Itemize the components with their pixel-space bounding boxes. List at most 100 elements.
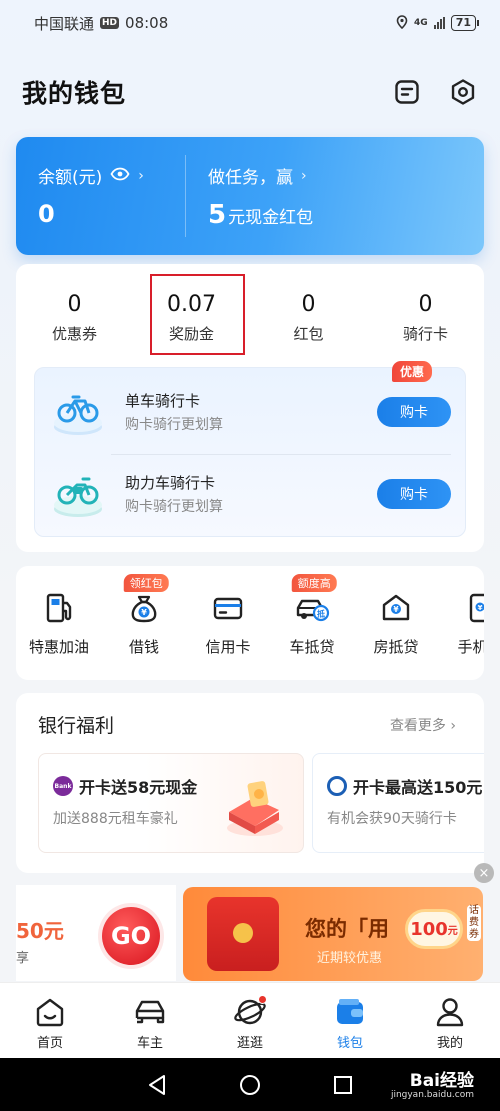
tab-label: 我的 xyxy=(436,1036,463,1051)
tab-home[interactable]: 首页 xyxy=(0,983,100,1058)
gas-pump-icon xyxy=(39,588,79,628)
asset-coupon[interactable]: 0 优惠券 xyxy=(16,292,133,344)
tab-car-owner[interactable]: 车主 xyxy=(100,983,200,1058)
asset-label: 红包 xyxy=(293,325,324,343)
ad-text: 享 xyxy=(16,951,30,966)
settings-icon[interactable] xyxy=(448,77,478,107)
bottom-tab-bar: 首页 车主 逛逛 钱包 我的 xyxy=(0,982,500,1058)
tab-wallet[interactable]: 钱包 xyxy=(300,983,400,1058)
offer-title: 开卡最高送150元 xyxy=(353,778,483,797)
bill-icon[interactable] xyxy=(392,77,422,107)
ebike-icon xyxy=(49,465,107,523)
service-house-loan[interactable]: ¥ 房抵贷 xyxy=(354,588,438,657)
car-icon xyxy=(132,995,168,1029)
ad-amount: 50元 xyxy=(16,919,64,943)
balance-label: 余额(元) xyxy=(38,168,103,188)
network-label: 4G xyxy=(414,18,428,28)
back-icon[interactable] xyxy=(145,1073,169,1097)
tab-mine[interactable]: 我的 xyxy=(400,983,500,1058)
chevron-right-icon: › xyxy=(138,167,144,184)
wallet-icon xyxy=(332,995,368,1029)
ad-banner-row: 50元 享 GO 您的「用 近期较优惠 100 元 话费券 xyxy=(16,885,484,981)
chevron-right-icon: › xyxy=(301,167,307,184)
battery-icon: 71 xyxy=(450,15,480,31)
tab-label: 车主 xyxy=(136,1036,163,1051)
service-phone-recharge[interactable]: ¥ 手机充 xyxy=(438,588,484,657)
bicycle-icon xyxy=(49,383,107,441)
asset-red-packet[interactable]: 0 红包 xyxy=(250,292,367,344)
asset-value: 0 xyxy=(418,292,433,317)
ad-subtitle: 近期较优惠 xyxy=(317,951,383,966)
notification-dot xyxy=(258,995,267,1004)
watermark-site: jingyan.baidu.com xyxy=(390,1090,474,1100)
bank-benefits-card: 银行福利 查看更多 › Bank 开卡送58元现金 加送888元租车豪礼 开卡最… xyxy=(16,693,484,873)
bank-logo xyxy=(327,776,347,796)
see-more-link[interactable]: 查看更多 › xyxy=(390,715,456,735)
ride-card-ebike[interactable]: 助力车骑行卡 购卡骑行更划算 购卡 xyxy=(35,458,467,530)
home-icon xyxy=(32,995,68,1029)
svg-text:¥: ¥ xyxy=(478,604,483,612)
asset-value: 0 xyxy=(67,292,82,317)
svg-text:抵: 抵 xyxy=(317,609,325,619)
highlight-box xyxy=(150,274,245,355)
close-ad-button[interactable]: × xyxy=(474,863,494,883)
buy-card-button[interactable]: 购卡 xyxy=(377,397,451,427)
credit-card-icon xyxy=(208,588,248,628)
chevron-right-icon: › xyxy=(450,718,456,734)
svg-text:¥: ¥ xyxy=(141,608,147,617)
signal-icon xyxy=(433,17,445,29)
asset-value: 0 xyxy=(301,292,316,317)
tab-explore[interactable]: 逛逛 xyxy=(200,983,300,1058)
task-section[interactable]: 做任务，赢 › 5 元现金红包 xyxy=(186,137,313,255)
service-gas[interactable]: 特惠加油 xyxy=(16,588,102,657)
ad-banner-left[interactable]: 50元 享 GO xyxy=(16,885,176,981)
service-badge: 额度高 xyxy=(291,574,337,592)
service-label: 房抵贷 xyxy=(373,638,419,656)
service-label: 信用卡 xyxy=(205,638,251,656)
see-more-label: 查看更多 xyxy=(389,718,446,734)
buy-card-button[interactable]: 购卡 xyxy=(377,479,451,509)
service-label: 特惠加油 xyxy=(28,638,89,656)
service-car-loan[interactable]: 额度高 抵 车抵贷 xyxy=(270,574,354,657)
promo-badge: 优惠 xyxy=(392,361,433,382)
location-icon xyxy=(396,14,408,32)
asset-label: 骑行卡 xyxy=(402,325,448,343)
hd-badge: HD xyxy=(100,17,120,29)
user-icon xyxy=(432,995,468,1029)
clock: 08:08 xyxy=(125,14,169,32)
service-loan[interactable]: 领红包 ¥ 借钱 xyxy=(102,574,186,657)
service-label: 车抵贷 xyxy=(289,638,335,656)
ride-card-bike[interactable]: 单车骑行卡 购卡骑行更划算 购卡 xyxy=(35,376,467,448)
divider xyxy=(111,454,451,455)
ride-card-panel: 单车骑行卡 购卡骑行更划算 购卡 优惠 助力车骑行卡 购卡骑行更划算 购卡 xyxy=(34,361,467,537)
side-tag: 话费券 xyxy=(467,905,481,941)
bank-offer-card[interactable]: 开卡最高送150元 有机会获90天骑行卡 xyxy=(312,753,484,853)
section-title: 银行福利 xyxy=(38,715,115,737)
header: 我的钱包 xyxy=(22,70,478,114)
coupon-unit: 元 xyxy=(447,925,458,937)
watermark-brand: Bai经验 xyxy=(409,1071,474,1091)
go-button[interactable]: GO xyxy=(102,907,160,965)
ride-card-title: 助力车骑行卡 xyxy=(125,474,216,492)
bank-offer-card[interactable]: Bank 开卡送58元现金 加送888元租车豪礼 xyxy=(38,753,304,853)
recents-icon[interactable] xyxy=(331,1073,355,1097)
tab-label: 钱包 xyxy=(336,1036,363,1051)
service-label: 手机充 xyxy=(457,638,484,656)
balance-section[interactable]: 余额(元) › 0 xyxy=(16,155,186,237)
ad-banner-right[interactable]: 您的「用 近期较优惠 100 元 话费券 xyxy=(183,887,483,981)
services-card: 特惠加油 领红包 ¥ 借钱 信用卡 额度高 抵 车抵贷 ¥ 房抵贷 ¥ 手机 xyxy=(16,566,484,680)
ride-card-subtitle: 购卡骑行更划算 xyxy=(125,417,223,433)
home-nav-icon[interactable] xyxy=(238,1073,262,1097)
task-label: 做任务，赢 xyxy=(208,168,293,188)
eye-icon[interactable] xyxy=(110,166,130,186)
offer-subtitle: 有机会获90天骑行卡 xyxy=(327,811,457,827)
service-badge: 领红包 xyxy=(123,574,169,592)
bank-logo: Bank xyxy=(53,776,73,796)
task-desc: 元现金红包 xyxy=(228,208,314,228)
asset-ride-card[interactable]: 0 骑行卡 xyxy=(367,292,484,344)
service-credit-card[interactable]: 信用卡 xyxy=(186,588,270,657)
house-loan-icon: ¥ xyxy=(376,588,416,628)
red-packet-icon xyxy=(207,897,279,971)
balance-card: 余额(元) › 0 做任务，赢 › 5 元现金红包 xyxy=(16,137,484,255)
task-amount: 5 xyxy=(208,200,227,230)
